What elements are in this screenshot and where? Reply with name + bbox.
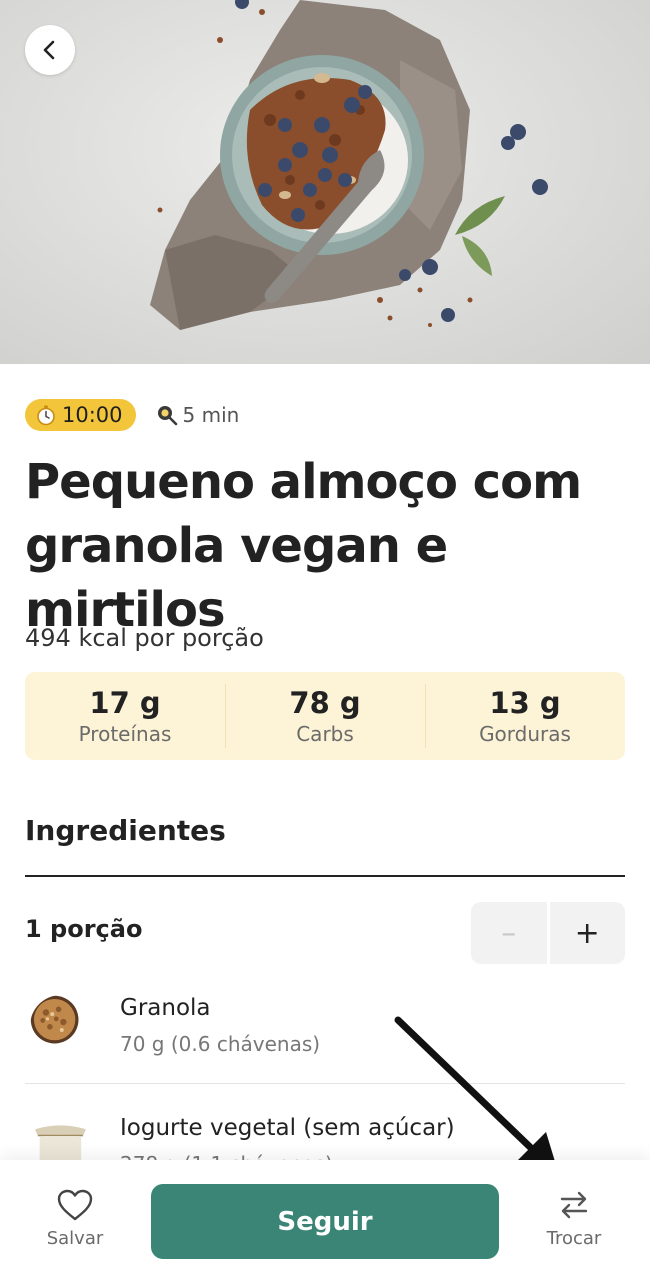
chevron-left-icon bbox=[43, 40, 55, 60]
granola-bowl-photo bbox=[150, 0, 548, 330]
frying-pan-icon bbox=[156, 404, 178, 426]
granola-thumbnail bbox=[30, 995, 79, 1044]
prep-duration: 5 min bbox=[156, 403, 240, 427]
macro-carbs: 78 g Carbs bbox=[225, 672, 425, 760]
macros-panel: 17 g Proteínas 78 g Carbs 13 g Gorduras bbox=[25, 672, 625, 760]
increase-portion-button[interactable]: + bbox=[549, 902, 625, 964]
ingredient-quantity: 70 g (0.6 chávenas) bbox=[120, 1032, 321, 1056]
calories-per-portion: 494 kcal por porção bbox=[25, 624, 264, 652]
macro-value: 78 g bbox=[289, 686, 361, 720]
stopwatch-icon bbox=[35, 404, 57, 426]
follow-button[interactable]: Seguir bbox=[151, 1184, 499, 1259]
meal-time-badge: 10:00 bbox=[25, 399, 136, 431]
decrease-portion-button[interactable]: – bbox=[471, 902, 547, 964]
swap-arrows-icon bbox=[560, 1191, 588, 1219]
macro-label: Gorduras bbox=[479, 722, 571, 746]
ingredient-name: Granola bbox=[120, 995, 211, 1021]
section-divider bbox=[25, 875, 625, 877]
recipe-meta: 10:00 5 min bbox=[25, 399, 239, 431]
macro-protein: 17 g Proteínas bbox=[25, 672, 225, 760]
list-divider bbox=[25, 1083, 625, 1084]
ingredient-name: Iogurte vegetal (sem açúcar) bbox=[120, 1115, 455, 1141]
macro-value: 13 g bbox=[489, 686, 561, 720]
heart-icon bbox=[57, 1189, 93, 1221]
prep-duration-text: 5 min bbox=[182, 403, 240, 427]
macro-value: 17 g bbox=[89, 686, 161, 720]
macro-label: Proteínas bbox=[78, 722, 172, 746]
ingredient-item[interactable]: Granola 70 g (0.6 chávenas) bbox=[25, 995, 625, 1095]
portion-stepper: – + bbox=[471, 902, 625, 964]
macro-label: Carbs bbox=[296, 722, 354, 746]
save-button[interactable]: Salvar bbox=[25, 1188, 125, 1249]
bottom-action-bar: Salvar Seguir Trocar bbox=[0, 1160, 650, 1280]
macro-fat: 13 g Gorduras bbox=[425, 672, 625, 760]
ingredients-heading: Ingredientes bbox=[25, 814, 226, 847]
swap-label: Trocar bbox=[546, 1228, 602, 1249]
portion-count: 1 porção bbox=[25, 915, 143, 943]
meal-time-text: 10:00 bbox=[62, 403, 123, 427]
save-label: Salvar bbox=[46, 1228, 104, 1249]
swap-button[interactable]: Trocar bbox=[524, 1188, 624, 1249]
recipe-title: Pequeno almoço com granola vegan e mirti… bbox=[25, 454, 582, 638]
back-button[interactable] bbox=[25, 25, 75, 75]
recipe-hero-image bbox=[0, 0, 650, 364]
